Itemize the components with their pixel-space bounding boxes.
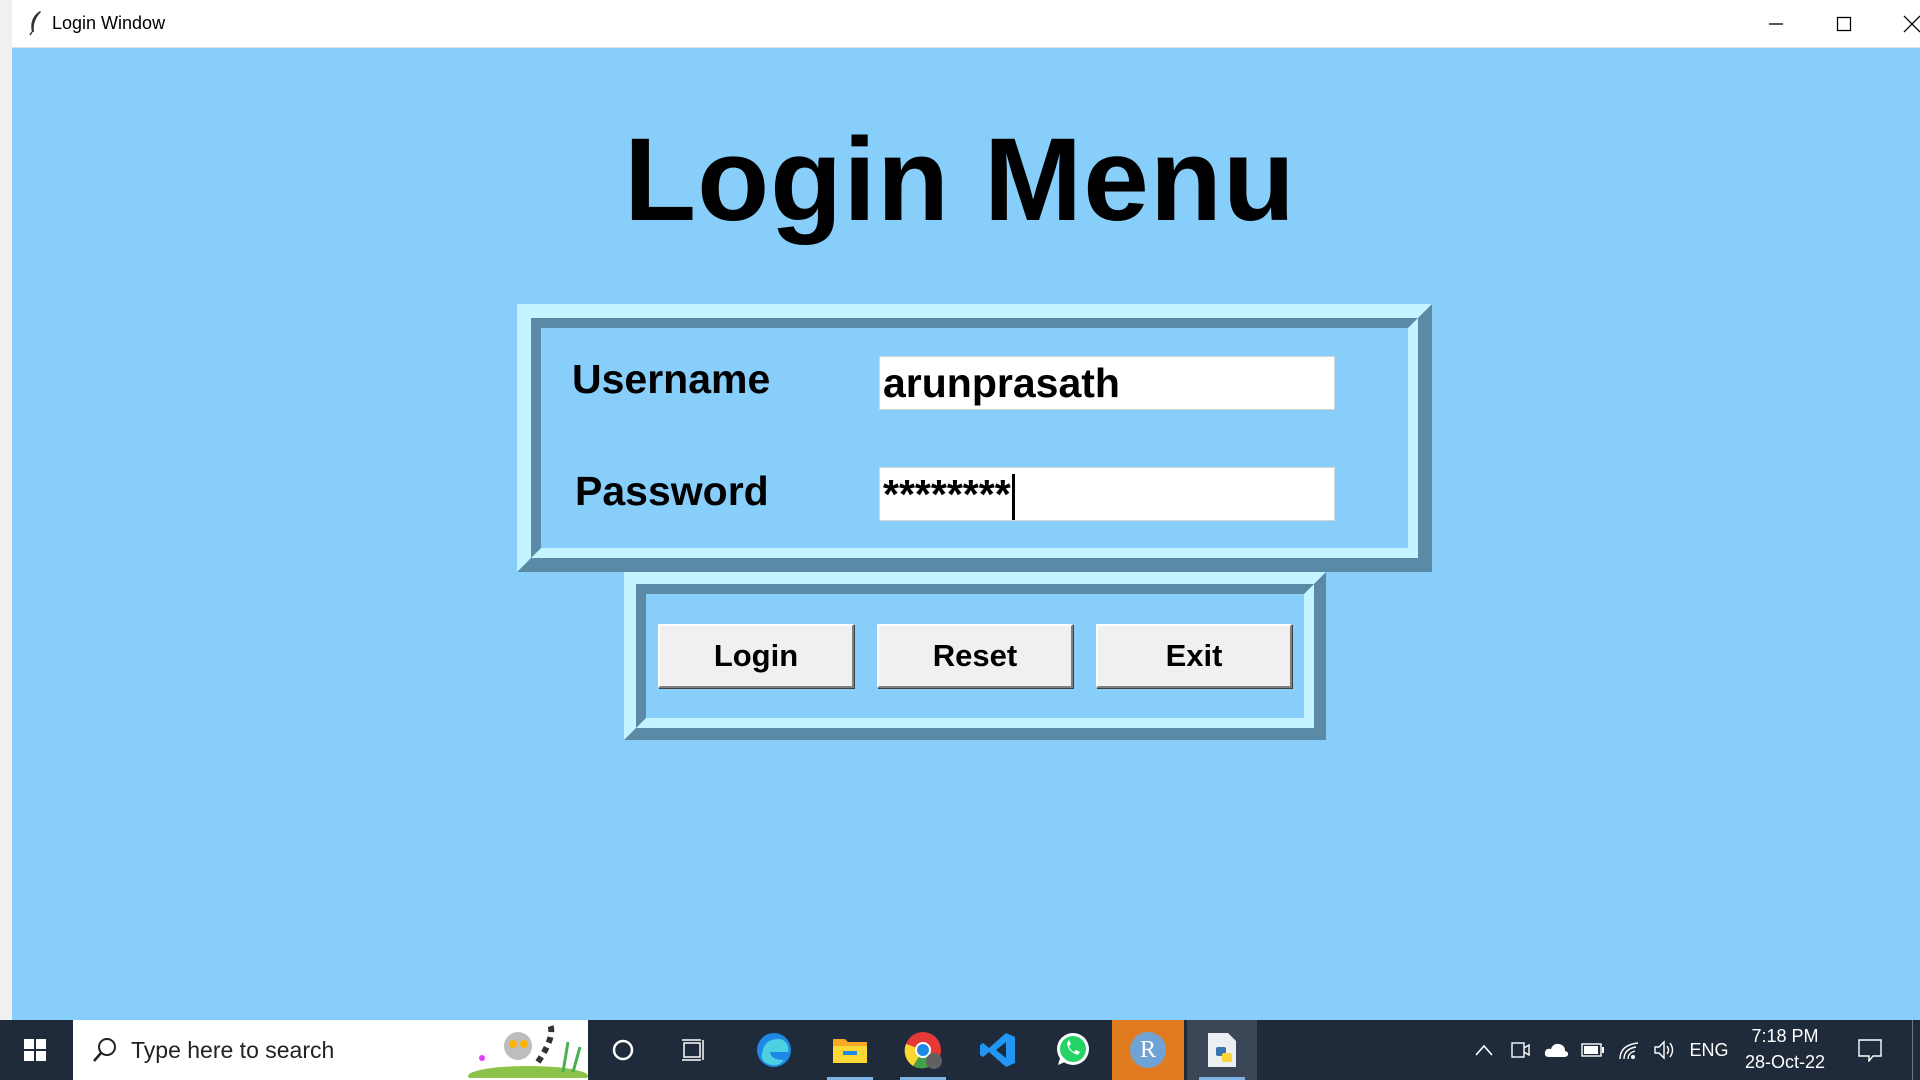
battery-icon	[1581, 1043, 1604, 1057]
chrome-icon	[904, 1032, 942, 1069]
maximize-button[interactable]	[1810, 0, 1878, 47]
taskbar-whatsapp[interactable]	[1038, 1020, 1108, 1080]
password-input[interactable]: ********	[879, 467, 1335, 521]
speaker-icon	[1654, 1040, 1674, 1060]
vscode-icon	[980, 1033, 1015, 1067]
whatsapp-icon	[1057, 1033, 1089, 1065]
lemur-illustration-icon	[468, 1022, 588, 1078]
taskbar-python-tk[interactable]	[1187, 1020, 1257, 1080]
username-input[interactable]: arunprasath	[879, 356, 1335, 410]
minimize-button[interactable]	[1742, 0, 1810, 47]
notifications-button[interactable]	[1848, 1020, 1892, 1080]
notification-icon	[1858, 1039, 1882, 1062]
language-indicator[interactable]: ENG	[1686, 1020, 1732, 1080]
start-button[interactable]	[0, 1020, 70, 1080]
language-label: ENG	[1689, 1039, 1729, 1060]
close-button[interactable]	[1878, 0, 1920, 47]
show-hidden-icons-button[interactable]	[1470, 1020, 1498, 1080]
task-view-button[interactable]	[665, 1020, 725, 1080]
search-placeholder: Type here to search	[131, 1037, 335, 1063]
reset-button[interactable]: Reset	[877, 624, 1073, 688]
taskbar-vscode[interactable]	[963, 1020, 1033, 1080]
show-desktop-button[interactable]	[1912, 1020, 1920, 1080]
clock-time: 7:18 PM	[1751, 1026, 1819, 1046]
search-icon	[93, 1038, 116, 1062]
onedrive-button[interactable]	[1541, 1020, 1571, 1080]
cortana-button[interactable]	[595, 1020, 651, 1080]
taskbar-r-app[interactable]: R	[1112, 1020, 1184, 1080]
edge-browser-icon	[757, 1033, 791, 1067]
taskbar-search-box[interactable]: Type here to search	[73, 1020, 588, 1080]
cloud-icon	[1544, 1043, 1569, 1057]
volume-button[interactable]	[1650, 1020, 1680, 1080]
task-view-icon	[682, 1039, 704, 1061]
window-title: Login Window	[52, 13, 166, 33]
login-button[interactable]: Login	[658, 624, 854, 688]
minimize-icon	[1769, 22, 1783, 25]
taskbar-edge[interactable]	[740, 1020, 808, 1080]
password-masked-value: ********	[883, 471, 1011, 517]
password-label: Password	[575, 468, 769, 514]
credentials-frame	[517, 304, 1432, 572]
feather-icon	[29, 11, 41, 36]
exit-button[interactable]: Exit	[1096, 624, 1292, 688]
cortana-icon	[612, 1039, 634, 1061]
camera-icon	[1511, 1042, 1530, 1058]
folder-icon	[833, 1039, 867, 1063]
username-label: Username	[572, 356, 771, 402]
python-document-icon	[1208, 1033, 1236, 1067]
taskbar: Type here to search R ENG 7:18 PM 28-Oct…	[0, 1020, 1920, 1080]
maximize-icon	[1836, 16, 1852, 31]
page-title: Login Menu	[624, 114, 1296, 246]
clock-date: 28-Oct-22	[1744, 1052, 1826, 1072]
title-bar: Login Window	[12, 0, 1920, 48]
taskbar-chrome[interactable]	[888, 1020, 958, 1080]
network-button[interactable]	[1614, 1020, 1644, 1080]
battery-button[interactable]	[1578, 1020, 1608, 1080]
windows-logo-icon	[24, 1039, 46, 1061]
text-caret	[1011, 474, 1015, 521]
r-app-icon: R	[1130, 1032, 1166, 1068]
taskbar-clock[interactable]: 7:18 PM 28-Oct-22	[1735, 1023, 1835, 1075]
chevron-up-icon	[1475, 1044, 1493, 1056]
wifi-icon	[1619, 1042, 1639, 1060]
close-icon	[1903, 15, 1920, 32]
taskbar-file-explorer[interactable]	[815, 1020, 885, 1080]
meet-now-button[interactable]	[1507, 1020, 1533, 1080]
